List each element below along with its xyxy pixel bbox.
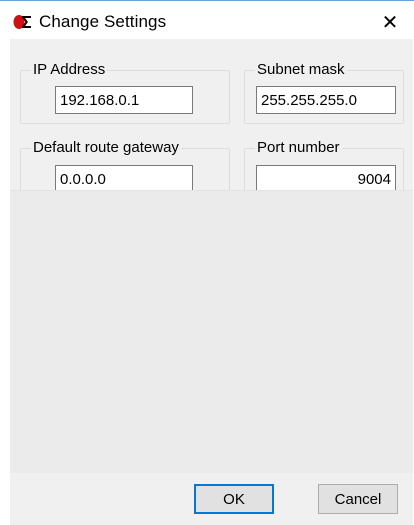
cancel-button[interactable]: Cancel [318,484,398,514]
subnet-mask-label: Subnet mask [255,61,347,78]
title-bar[interactable]: Change Settings ✕ [0,4,414,39]
port-number-label: Port number [255,139,342,156]
close-button[interactable]: ✕ [370,6,410,38]
default-gateway-input[interactable]: 0.0.0.0 [55,165,193,193]
empty-content-area [10,190,413,473]
ip-address-label: IP Address [31,61,108,78]
app-logo-icon [13,14,33,30]
ok-button[interactable]: OK [194,484,274,514]
close-icon: ✕ [381,11,399,34]
default-gateway-label: Default route gateway [31,139,181,156]
subnet-mask-input[interactable]: 255.255.255.0 [256,86,396,114]
port-number-input[interactable]: 9004 [256,165,396,193]
window-title: Change Settings [39,12,167,31]
ip-address-input[interactable]: 192.168.0.1 [55,86,193,114]
